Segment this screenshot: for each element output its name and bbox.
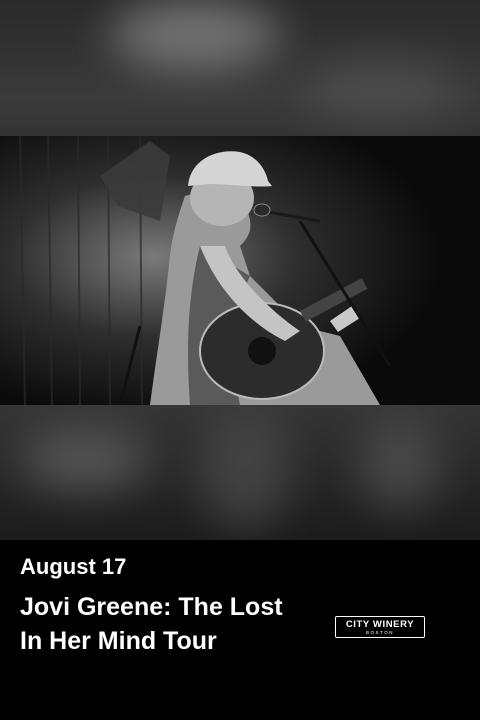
performer-photo bbox=[0, 136, 480, 405]
venue-logo-location: BOSTON bbox=[366, 629, 394, 635]
event-card[interactable]: August 17 Jovi Greene: The Lost In Her M… bbox=[0, 0, 480, 720]
event-title[interactable]: Jovi Greene: The Lost In Her Mind Tour bbox=[20, 590, 300, 658]
venue-logo-name: CITY WINERY bbox=[345, 618, 415, 630]
venue-logo: CITY WINERY BOSTON bbox=[335, 616, 425, 638]
event-date: August 17 bbox=[20, 554, 127, 579]
